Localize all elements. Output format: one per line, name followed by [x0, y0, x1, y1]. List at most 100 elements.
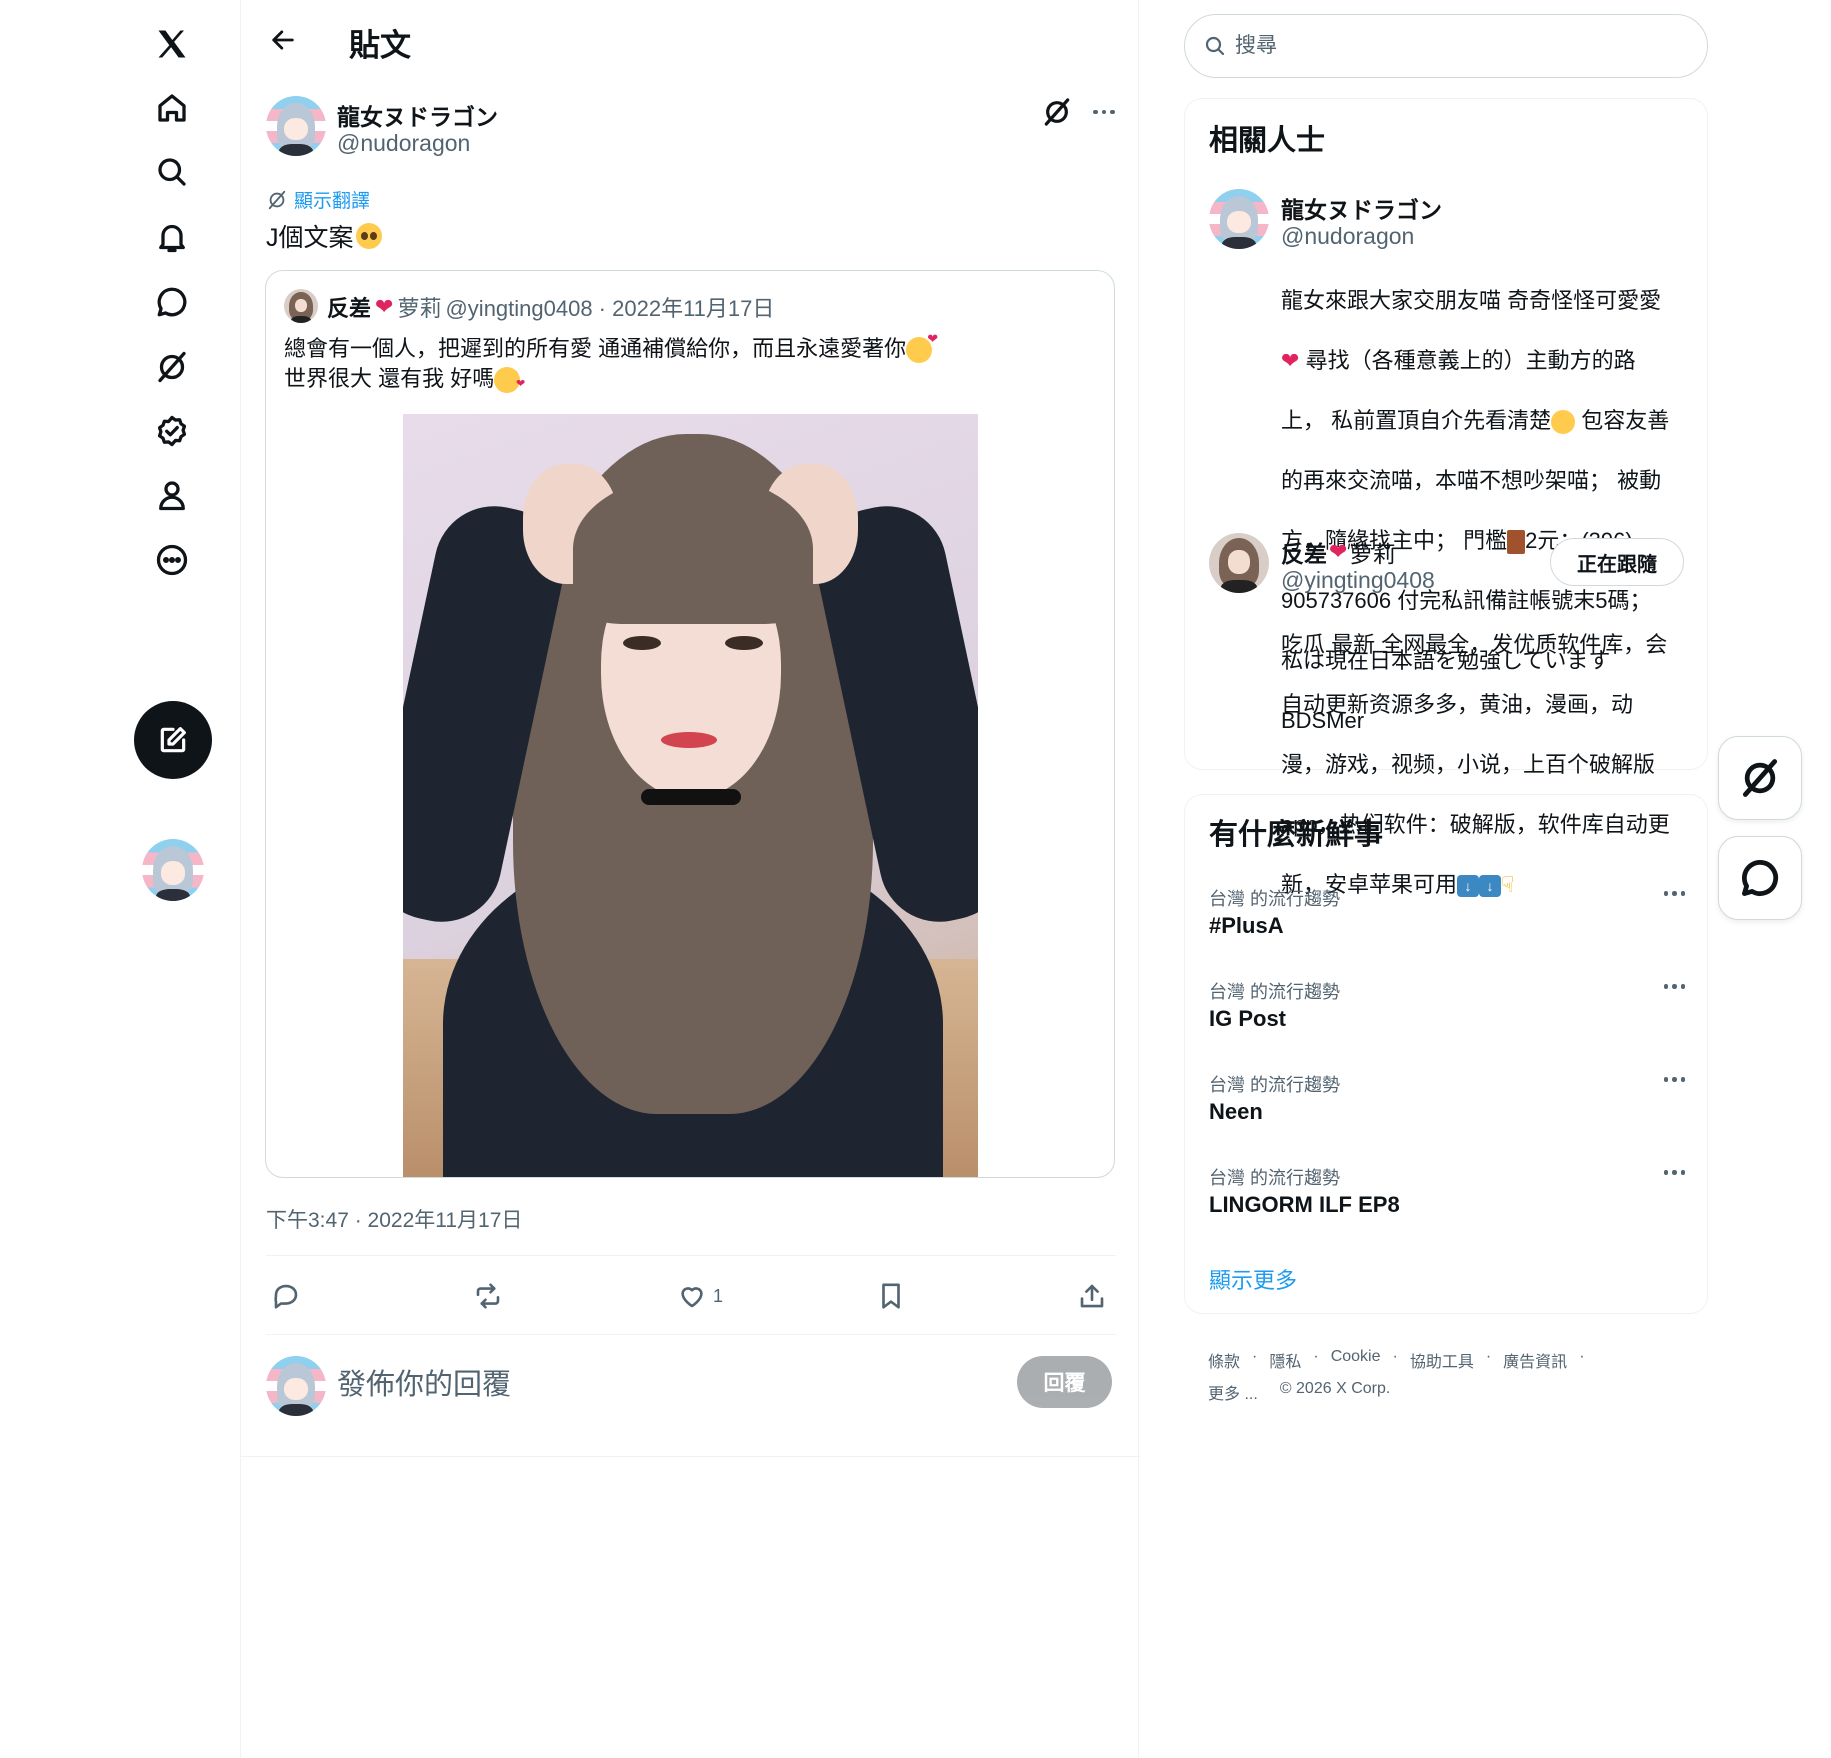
footer-link-terms[interactable]: 條款: [1208, 1348, 1240, 1372]
reply-button[interactable]: [271, 1276, 301, 1316]
trend-item[interactable]: 台灣 的流行趨勢 Neen: [1209, 1071, 1685, 1151]
more-options-icon[interactable]: [1663, 891, 1685, 896]
related-name[interactable]: 龍女ヌドラゴン: [1281, 191, 1442, 225]
smiling-face-hearts-icon: [906, 331, 938, 364]
repost-button[interactable]: [473, 1276, 503, 1316]
share-icon: [1080, 1284, 1104, 1308]
verified-icon[interactable]: [140, 399, 204, 463]
x-logo-icon[interactable]: [140, 12, 204, 76]
related-handle[interactable]: @yingting0408: [1281, 567, 1435, 594]
trend-item[interactable]: 台灣 的流行趨勢 IG Post: [1209, 978, 1685, 1058]
trend-name: #PlusA: [1209, 913, 1284, 938]
trend-context: 台灣 的流行趨勢: [1209, 982, 1341, 1002]
trend-context: 台灣 的流行趨勢: [1209, 1075, 1341, 1095]
trend-item[interactable]: 台灣 的流行趨勢 LINGORM ILF EP8: [1209, 1164, 1685, 1244]
post-timestamp[interactable]: 下午3:47 · 2022年11月17日: [266, 1204, 522, 1234]
show-more-link[interactable]: 顯示更多: [1209, 1263, 1297, 1295]
quoted-post-meta: @yingting0408 · 2022年11月17日: [445, 296, 775, 321]
grok-icon[interactable]: [1041, 96, 1073, 128]
quoted-text-line: 世界很大 還有我 好嗎: [284, 361, 525, 394]
reply-submit-button[interactable]: 回覆: [1017, 1356, 1112, 1408]
bio-line: 漫，游戏，视频，小说，上百个破解版: [1281, 752, 1656, 777]
face-blowing-kiss-icon: [494, 367, 525, 394]
account-avatar[interactable]: [142, 839, 204, 901]
reply-input[interactable]: [337, 1362, 977, 1408]
footer-row-2: 更多 ... © 2026 X Corp.: [1208, 1380, 1390, 1404]
pleading-face-icon: [355, 223, 382, 249]
show-translation-link[interactable]: 顯示翻譯: [266, 186, 370, 213]
heart-icon: [681, 1287, 703, 1308]
related-avatar[interactable]: [1209, 533, 1269, 593]
share-button[interactable]: [1077, 1276, 1107, 1316]
footer-dot: ·: [1392, 1348, 1398, 1365]
footer-link-ads-info[interactable]: 廣告資訊: [1503, 1348, 1567, 1372]
trend-context: 台灣 的流行趨勢: [1209, 1168, 1341, 1188]
door-icon: [1507, 530, 1526, 555]
author-handle[interactable]: @nudoragon: [337, 130, 470, 157]
related-name[interactable]: 反差 ❤ 萝莉: [1281, 535, 1395, 569]
like-button[interactable]: 1: [677, 1276, 723, 1316]
like-count: 1: [713, 1285, 724, 1306]
grok-float-button[interactable]: [1718, 736, 1802, 820]
profile-icon[interactable]: [140, 463, 204, 527]
bio-line: 龍女來跟大家交朋友喵 奇奇怪怪可愛愛: [1281, 288, 1662, 313]
footer-more-link[interactable]: 更多 ...: [1208, 1380, 1258, 1404]
author-name[interactable]: 龍女ヌドラゴン: [337, 98, 498, 132]
footer-dot: ·: [1579, 1348, 1585, 1365]
red-heart-icon: ❤: [375, 294, 394, 319]
bookmark-button[interactable]: [876, 1276, 906, 1316]
home-icon[interactable]: [140, 76, 204, 140]
search-box[interactable]: [1184, 14, 1708, 78]
related-avatar[interactable]: [1209, 189, 1269, 249]
quoted-author-avatar[interactable]: [284, 289, 318, 323]
red-heart-icon: ❤: [1281, 348, 1300, 373]
translate-label: 顯示翻譯: [294, 191, 371, 212]
quoted-text-line1: 總會有一個人，把遲到的所有愛 通通補償給你，而且永遠愛著你: [284, 336, 907, 361]
main-column: 貼文 龍女ヌドラゴン @nudoragon 顯示翻譯 J個文案 反差 ❤ 萝莉 …: [240, 0, 1140, 1758]
quoted-post[interactable]: 反差 ❤ 萝莉 @yingting0408 · 2022年11月17日 總會有一…: [265, 270, 1115, 1178]
more-options-icon[interactable]: [1663, 1170, 1685, 1175]
reply-icon: [274, 1284, 298, 1309]
footer-dot: ·: [1313, 1348, 1319, 1365]
trend-item[interactable]: 台灣 的流行趨勢 #PlusA: [1209, 885, 1685, 965]
bio-line: ❤ 尋找（各種意義上的）主動方的路: [1281, 346, 1691, 376]
more-options-icon[interactable]: [1663, 1077, 1685, 1082]
footer-link-accessibility[interactable]: 協助工具: [1410, 1348, 1474, 1372]
trend-name: Neen: [1209, 1099, 1263, 1124]
quoted-text-line2: 世界很大 還有我 好嗎: [284, 366, 495, 391]
grok-icon[interactable]: [140, 335, 204, 399]
following-button[interactable]: 正在跟隨: [1550, 538, 1684, 586]
related-name-part: 反差: [1281, 541, 1327, 567]
more-options-icon[interactable]: [1663, 984, 1685, 989]
related-handle[interactable]: @nudoragon: [1281, 223, 1414, 250]
red-heart-icon: ❤: [1329, 539, 1348, 564]
footer-link-privacy[interactable]: 隱私: [1269, 1348, 1301, 1372]
message-icon[interactable]: [140, 270, 204, 334]
more-circle-icon[interactable]: [140, 528, 204, 592]
back-arrow-icon[interactable]: [261, 18, 305, 62]
post-text-body: J個文案: [266, 224, 354, 252]
quoted-post-photo[interactable]: [403, 414, 978, 1177]
trends-title: 有什麼新鮮事: [1209, 819, 1384, 851]
grinning-squint-icon: [1551, 410, 1576, 435]
search-input[interactable]: [1235, 34, 1675, 58]
bell-icon[interactable]: [140, 205, 204, 269]
footer-dot: ·: [1485, 1348, 1492, 1365]
messages-float-button[interactable]: [1718, 836, 1802, 920]
trend-name: LINGORM ILF EP8: [1209, 1192, 1400, 1217]
grok-icon: [1742, 759, 1778, 797]
trend-context: 台灣 的流行趨勢: [1209, 889, 1341, 909]
trend-name: IG Post: [1209, 1006, 1287, 1031]
post-text: J個文案: [266, 218, 382, 254]
footer-link-cookie[interactable]: Cookie: [1331, 1348, 1381, 1372]
author-avatar[interactable]: [266, 96, 326, 156]
compose-button[interactable]: [134, 701, 212, 779]
more-options-icon[interactable]: [1088, 96, 1120, 128]
left-nav: [0, 0, 240, 1758]
search-icon[interactable]: [140, 140, 204, 204]
message-icon: [1741, 860, 1779, 896]
bio-text: 包容友善: [1581, 408, 1670, 433]
quoted-author-name: 反差: [327, 296, 372, 321]
search-icon: [1205, 36, 1225, 56]
bio-line: 的再來交流喵，本喵不想吵架喵； 被動: [1281, 468, 1662, 493]
